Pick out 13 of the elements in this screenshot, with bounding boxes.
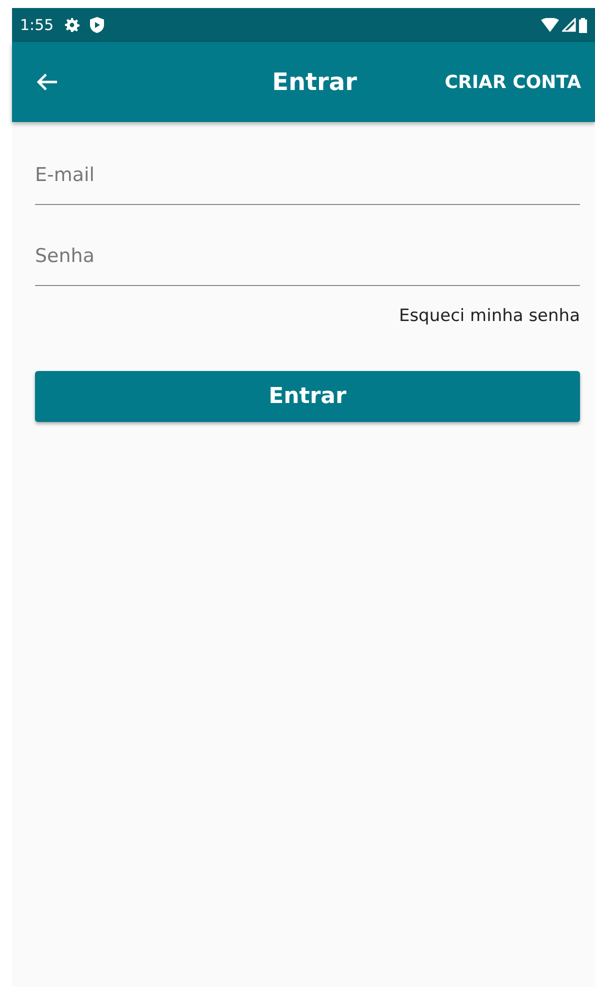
screen-title: Entrar	[272, 68, 357, 96]
signal-icon	[562, 18, 576, 32]
input-field[interactable]: Senha	[35, 235, 580, 286]
wifi-icon	[541, 18, 559, 32]
status-time: 1:55	[20, 16, 54, 34]
battery-icon	[579, 18, 587, 32]
back-arrow-icon[interactable]	[36, 73, 58, 91]
login-button[interactable]: Entrar	[35, 371, 580, 422]
forgot-password-link[interactable]: Esqueci minha senha	[398, 306, 580, 326]
gear-icon	[64, 17, 80, 33]
input-field[interactable]: E-mail	[35, 154, 580, 205]
create-account-button[interactable]: CRIAR CONTA	[440, 64, 595, 100]
shield-icon	[90, 17, 104, 33]
